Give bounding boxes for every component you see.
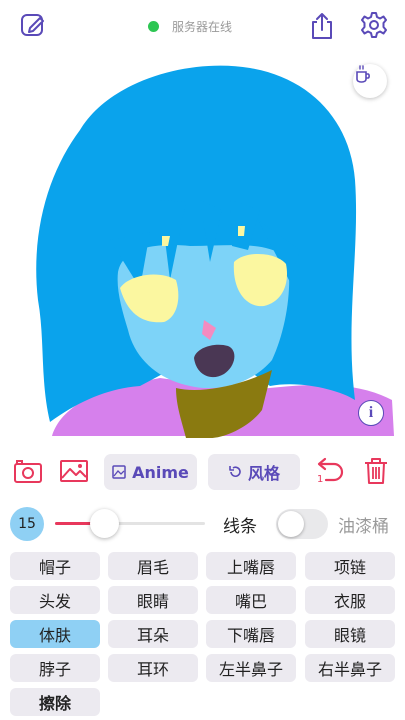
part-button[interactable]: 右半鼻子 bbox=[305, 654, 395, 682]
server-status: 服务器在线 bbox=[148, 16, 232, 36]
image-small-icon bbox=[112, 465, 126, 479]
part-button[interactable]: 体肤 bbox=[10, 620, 100, 648]
line-mode-label: 线条 bbox=[223, 517, 257, 537]
part-button[interactable]: 眼睛 bbox=[108, 586, 198, 614]
style-label: 风格 bbox=[247, 464, 280, 483]
part-button[interactable]: 眼镜 bbox=[305, 620, 395, 648]
part-button[interactable]: 帽子 bbox=[10, 552, 100, 580]
part-button[interactable]: 耳朵 bbox=[108, 620, 198, 648]
part-button[interactable]: 左半鼻子 bbox=[206, 654, 296, 682]
trash-icon bbox=[365, 458, 387, 484]
drawing-canvas[interactable]: i bbox=[0, 50, 405, 438]
coffee-button[interactable] bbox=[353, 64, 387, 98]
gallery-button[interactable] bbox=[58, 456, 90, 486]
paint-bucket-toggle[interactable] bbox=[276, 509, 328, 539]
part-button[interactable]: 眉毛 bbox=[108, 552, 198, 580]
coffee-icon bbox=[356, 65, 370, 83]
slider-thumb[interactable] bbox=[90, 509, 119, 538]
top-bar: 服务器在线 bbox=[0, 0, 405, 50]
undo-count: 1 bbox=[317, 474, 324, 485]
brush-size-slider[interactable] bbox=[55, 522, 205, 525]
delete-button[interactable] bbox=[362, 454, 390, 488]
camera-icon bbox=[14, 460, 42, 483]
part-button[interactable]: 耳环 bbox=[108, 654, 198, 682]
camera-button[interactable] bbox=[12, 456, 44, 486]
style-button[interactable]: 风格 bbox=[208, 454, 300, 490]
anime-button[interactable]: Anime bbox=[104, 454, 197, 490]
undo-button[interactable]: 1 bbox=[312, 454, 346, 490]
status-dot bbox=[148, 20, 159, 32]
gear-icon bbox=[361, 12, 387, 38]
part-button[interactable]: 嘴巴 bbox=[206, 586, 296, 614]
share-button[interactable] bbox=[307, 10, 337, 42]
toolbar: Anime 风格 1 bbox=[0, 448, 405, 494]
share-icon bbox=[312, 13, 332, 39]
part-button[interactable]: 下嘴唇 bbox=[206, 620, 296, 648]
edit-icon bbox=[21, 14, 44, 36]
info-button[interactable]: i bbox=[358, 400, 384, 426]
rotate-icon bbox=[228, 465, 242, 479]
eye-highlight-right bbox=[238, 226, 245, 236]
edit-button[interactable] bbox=[18, 10, 48, 40]
part-button[interactable]: 脖子 bbox=[10, 654, 100, 682]
settings-button[interactable] bbox=[359, 10, 389, 40]
part-button[interactable]: 衣服 bbox=[305, 586, 395, 614]
part-button[interactable]: 头发 bbox=[10, 586, 100, 614]
brush-size-badge: 15 bbox=[10, 507, 44, 541]
erase-button[interactable]: 擦除 bbox=[10, 688, 100, 716]
status-text: 服务器在线 bbox=[172, 19, 233, 34]
image-icon bbox=[60, 460, 88, 482]
anime-label: Anime bbox=[132, 462, 189, 482]
paint-bucket-label: 油漆桶 bbox=[338, 517, 389, 537]
toggle-knob bbox=[278, 511, 304, 537]
drawing-art bbox=[36, 65, 394, 438]
part-button[interactable]: 上嘴唇 bbox=[206, 552, 296, 580]
part-button[interactable]: 项链 bbox=[305, 552, 395, 580]
info-icon: i bbox=[368, 404, 374, 421]
brush-controls: 15 线条 油漆桶 bbox=[0, 505, 405, 541]
